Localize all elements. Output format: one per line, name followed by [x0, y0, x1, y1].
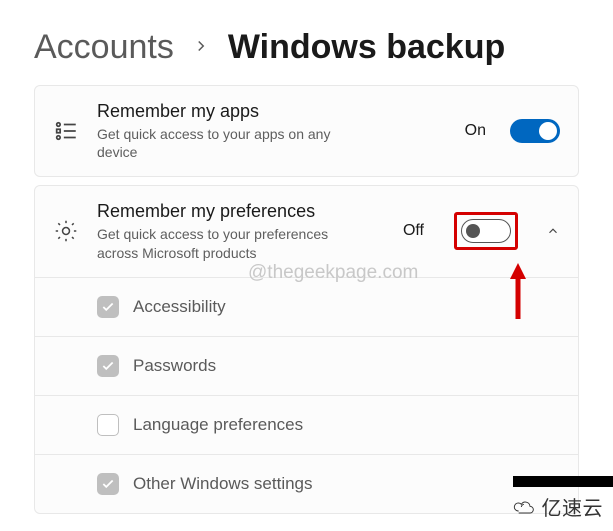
settings-list: Remember my apps Get quick access to you…	[0, 85, 613, 514]
gear-icon	[53, 218, 79, 244]
brand-text: 亿速云	[542, 492, 604, 521]
card-header[interactable]: Remember my apps Get quick access to you…	[35, 86, 578, 176]
card-text: Remember my preferences Get quick access…	[97, 200, 385, 262]
sub-item-other[interactable]: Other Windows settings	[35, 455, 578, 513]
card-remember-apps: Remember my apps Get quick access to you…	[34, 85, 579, 177]
brand-watermark: 亿速云	[510, 492, 604, 521]
chevron-right-icon	[192, 35, 210, 61]
sub-item-label: Accessibility	[133, 297, 226, 317]
card-remember-preferences: Remember my preferences Get quick access…	[34, 185, 579, 513]
toggle-remember-preferences[interactable]	[461, 219, 511, 243]
sub-item-accessibility[interactable]: Accessibility	[35, 278, 578, 337]
page-title: Windows backup	[228, 28, 505, 67]
checkbox[interactable]	[97, 473, 119, 495]
preferences-sub-list: Accessibility Passwords Language prefere…	[35, 277, 578, 513]
toggle-remember-apps[interactable]	[510, 119, 560, 143]
breadcrumb-parent[interactable]: Accounts	[34, 28, 174, 67]
card-text: Remember my apps Get quick access to you…	[97, 100, 447, 162]
checkbox[interactable]	[97, 296, 119, 318]
cloud-icon	[510, 499, 538, 515]
list-icon	[53, 118, 79, 144]
sub-item-label: Passwords	[133, 356, 216, 376]
sub-item-label: Other Windows settings	[133, 474, 313, 494]
sub-item-passwords[interactable]: Passwords	[35, 337, 578, 396]
sub-item-language[interactable]: Language preferences	[35, 396, 578, 455]
black-bar	[513, 476, 613, 487]
card-title: Remember my apps	[97, 100, 447, 123]
card-description: Get quick access to your apps on any dev…	[97, 125, 337, 163]
annotation-highlight	[454, 212, 518, 250]
card-title: Remember my preferences	[97, 200, 385, 223]
chevron-up-icon[interactable]	[546, 224, 560, 238]
card-description: Get quick access to your preferences acr…	[97, 225, 337, 263]
toggle-state-label: On	[465, 122, 492, 140]
breadcrumb: Accounts Windows backup	[0, 0, 613, 85]
card-header[interactable]: Remember my preferences Get quick access…	[35, 186, 578, 276]
toggle-state-label: Off	[403, 222, 430, 240]
sub-item-label: Language preferences	[133, 415, 303, 435]
checkbox[interactable]	[97, 355, 119, 377]
checkbox[interactable]	[97, 414, 119, 436]
